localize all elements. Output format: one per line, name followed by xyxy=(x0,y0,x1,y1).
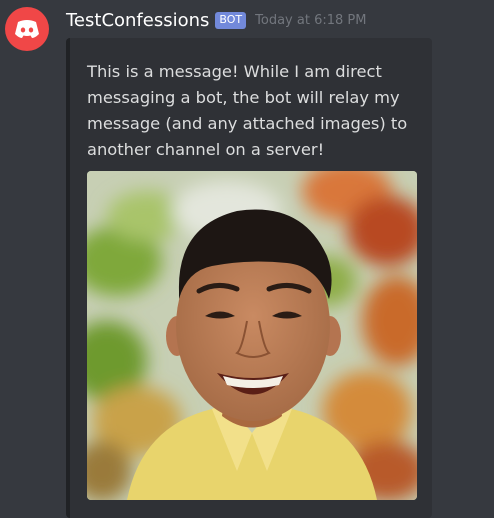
embed-photo xyxy=(87,171,417,500)
message-embed: This is a message! While I am direct mes… xyxy=(66,38,432,518)
timestamp: Today at 6:18 PM xyxy=(255,12,367,28)
embed-image[interactable] xyxy=(87,171,417,500)
avatar[interactable] xyxy=(5,7,49,51)
message-header: TestConfessions BOT Today at 6:18 PM xyxy=(66,8,366,32)
embed-description: This is a message! While I am direct mes… xyxy=(87,62,408,159)
discord-logo-icon xyxy=(15,20,39,38)
bot-tag: BOT xyxy=(215,11,247,29)
author-name[interactable]: TestConfessions xyxy=(66,10,209,31)
